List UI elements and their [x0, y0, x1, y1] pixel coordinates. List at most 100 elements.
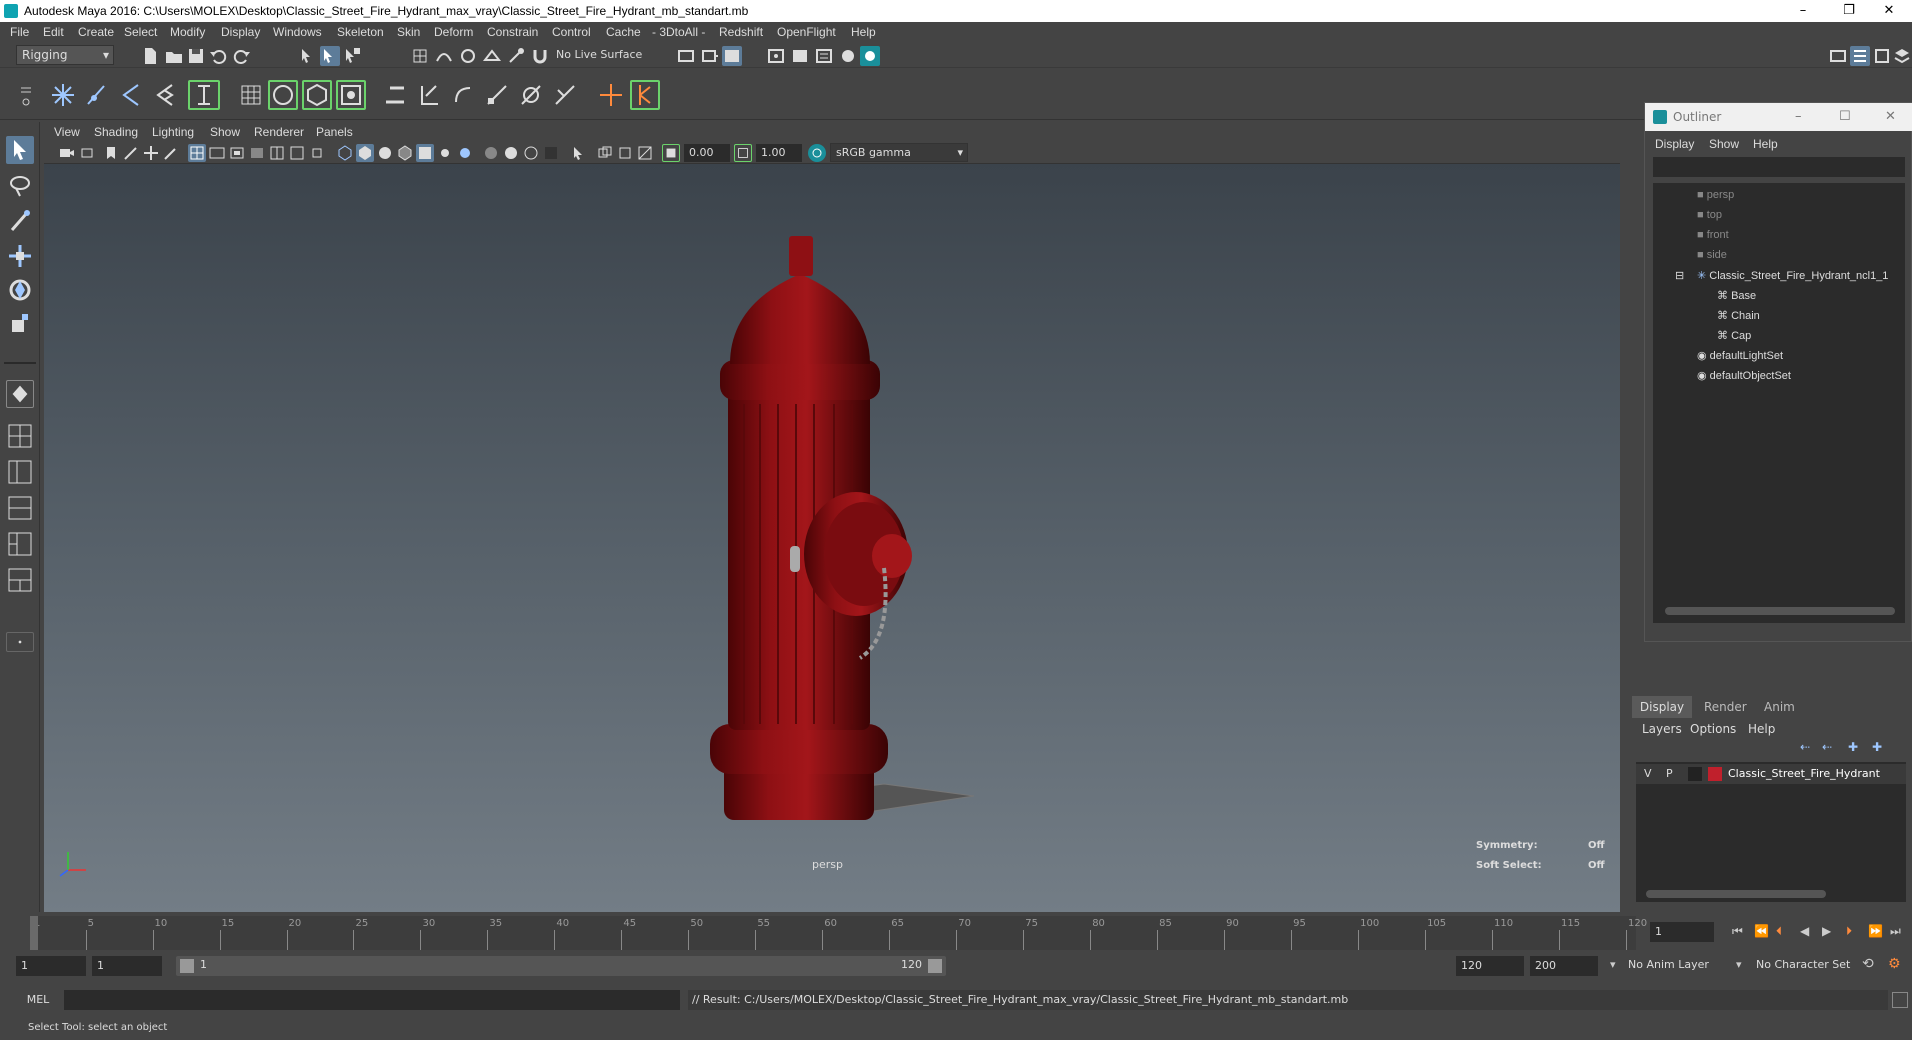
- open-scene-icon[interactable]: [164, 46, 184, 66]
- outliner-close-button[interactable]: ✕: [1885, 103, 1896, 131]
- attribute-editor-toggle-icon[interactable]: [1872, 46, 1892, 66]
- range-start-handle[interactable]: [180, 959, 194, 973]
- menu-display[interactable]: Display: [221, 22, 260, 42]
- step-forward-frame-icon[interactable]: ⏩: [1868, 924, 1883, 938]
- menu-help[interactable]: Help: [851, 22, 876, 42]
- layer-visibility-toggle[interactable]: V: [1644, 767, 1652, 780]
- layer-color-swatch[interactable]: [1708, 767, 1722, 781]
- outliner-item-defaultlightset[interactable]: ◉ defaultLightSet: [1697, 349, 1783, 362]
- menu-modify[interactable]: Modify: [170, 22, 205, 42]
- lattice-icon[interactable]: [238, 82, 264, 108]
- point-constraint-icon[interactable]: [382, 82, 408, 108]
- motion-blur-icon[interactable]: [502, 144, 520, 162]
- menu-redshift[interactable]: Redshift: [719, 22, 763, 42]
- layer-tab-display[interactable]: Display: [1632, 696, 1692, 718]
- step-forward-key-icon[interactable]: ⏵: [1846, 924, 1852, 939]
- create-joints-icon[interactable]: [50, 82, 76, 108]
- end-time-field[interactable]: 200: [1530, 956, 1598, 976]
- exposure-icon[interactable]: [662, 144, 680, 162]
- locator-icon[interactable]: [598, 82, 624, 108]
- redshift-render-icon[interactable]: [860, 46, 880, 66]
- new-scene-icon[interactable]: [140, 46, 160, 66]
- scale-tool-icon[interactable]: [6, 310, 34, 338]
- layer-h-scrollbar[interactable]: [1646, 890, 1826, 898]
- wrap-deformer-icon[interactable]: [268, 80, 298, 110]
- live-surface-label[interactable]: No Live Surface: [556, 48, 642, 61]
- channel-box-toggle-icon[interactable]: [1850, 46, 1870, 66]
- save-scene-icon[interactable]: [186, 46, 206, 66]
- 2d-pan-zoom-icon[interactable]: [142, 144, 160, 162]
- layer-playback-toggle[interactable]: P: [1666, 767, 1673, 780]
- persp-graph-layout-icon[interactable]: [6, 494, 34, 522]
- lasso-tool-icon[interactable]: [6, 172, 34, 200]
- shelf-menu-icon[interactable]: [18, 80, 34, 110]
- select-hierarchy-icon[interactable]: [298, 46, 318, 66]
- outliner-menu-help[interactable]: Help: [1753, 137, 1778, 151]
- hypershade-layout-icon[interactable]: [6, 530, 34, 558]
- move-tool-icon[interactable]: [6, 242, 34, 270]
- outliner-item-top[interactable]: ■ top: [1697, 209, 1722, 221]
- gamma-field[interactable]: 1.00: [756, 144, 802, 162]
- image-plane-icon[interactable]: [122, 144, 140, 162]
- insert-joint-icon[interactable]: [84, 82, 110, 108]
- shadows-icon[interactable]: [456, 144, 474, 162]
- command-input[interactable]: [64, 990, 680, 1010]
- panel-menu-shading[interactable]: Shading: [94, 125, 138, 139]
- ik-handle-icon[interactable]: [118, 82, 144, 108]
- menu-set-dropdown[interactable]: Rigging ▾: [16, 45, 114, 65]
- outliner-menu-display[interactable]: Display: [1655, 137, 1694, 151]
- minimize-button[interactable]: –: [1780, 0, 1826, 22]
- viewport-canvas[interactable]: persp Symmetry: Off Soft Select: Off: [44, 164, 1620, 912]
- tool-settings-toggle-icon[interactable]: [1892, 46, 1912, 66]
- current-time-indicator[interactable]: [30, 916, 38, 950]
- panel-menu-renderer[interactable]: Renderer: [254, 125, 304, 139]
- outliner-item-side[interactable]: ■ side: [1697, 249, 1727, 261]
- step-back-frame-icon[interactable]: ⏪: [1754, 924, 1769, 938]
- depth-of-field-icon[interactable]: [542, 144, 560, 162]
- ipr-render-icon[interactable]: [790, 46, 810, 66]
- play-backwards-icon[interactable]: ◀: [1800, 924, 1809, 938]
- animation-prefs-icon[interactable]: ⚙: [1888, 956, 1901, 972]
- close-button[interactable]: ✕: [1866, 0, 1912, 22]
- layer-menu-help[interactable]: Help: [1748, 722, 1775, 736]
- menu-control[interactable]: Control: [552, 22, 591, 42]
- xray-joints-icon[interactable]: [636, 144, 654, 162]
- add-influence-icon[interactable]: [630, 80, 660, 110]
- menu-cache[interactable]: Cache: [606, 22, 641, 42]
- outliner-item-group[interactable]: ✳ Classic_Street_Fire_Hydrant_ncl1_1: [1697, 269, 1888, 282]
- redo-icon[interactable]: [232, 46, 252, 66]
- layer-menu-options[interactable]: Options: [1690, 722, 1736, 736]
- color-management-icon[interactable]: [808, 144, 826, 162]
- anim-layer-dropdown[interactable]: ▾: [1610, 958, 1616, 971]
- start-time-field[interactable]: 1: [16, 956, 86, 976]
- move-layer-up-icon[interactable]: ⇠: [1800, 740, 1810, 754]
- new-layer-selected-icon[interactable]: ✚: [1872, 740, 1882, 754]
- anim-layer-label[interactable]: No Anim Layer: [1628, 958, 1709, 971]
- bookmark-icon[interactable]: [102, 144, 120, 162]
- panel-menu-show[interactable]: Show: [210, 125, 240, 139]
- outliner-menu-show[interactable]: Show: [1709, 137, 1739, 151]
- construction-history-icon[interactable]: [700, 46, 720, 66]
- use-all-lights-icon[interactable]: [436, 144, 454, 162]
- time-ruler[interactable]: 1510152025303540455055606570758085909510…: [30, 916, 1647, 950]
- safe-action-icon[interactable]: [288, 144, 306, 162]
- exposure-field[interactable]: 0.00: [684, 144, 730, 162]
- menu-openflight[interactable]: OpenFlight: [777, 22, 836, 42]
- camera-attributes-icon[interactable]: [80, 144, 98, 162]
- parent-constraint-icon[interactable]: [518, 82, 544, 108]
- isolate-select-icon[interactable]: [570, 144, 588, 162]
- layer-type-toggle[interactable]: [1688, 767, 1702, 781]
- grease-pencil-icon[interactable]: [162, 144, 180, 162]
- snap-point-icon[interactable]: [458, 46, 478, 66]
- orient-constraint-icon[interactable]: [450, 82, 476, 108]
- time-slider[interactable]: 1510152025303540455055606570758085909510…: [0, 916, 1912, 950]
- persp-outliner-layout-icon[interactable]: [6, 458, 34, 486]
- smooth-shade-icon[interactable]: [356, 144, 374, 162]
- move-layer-down-icon[interactable]: ⇠: [1822, 740, 1832, 754]
- modeling-toolkit-icon[interactable]: [1828, 46, 1848, 66]
- character-set-label[interactable]: No Character Set: [1756, 958, 1850, 971]
- menu-skeleton[interactable]: Skeleton: [337, 22, 384, 42]
- outliner-item-front[interactable]: ■ front: [1697, 229, 1729, 241]
- xray-icon[interactable]: [596, 144, 614, 162]
- go-to-start-icon[interactable]: ⏮: [1732, 924, 1743, 939]
